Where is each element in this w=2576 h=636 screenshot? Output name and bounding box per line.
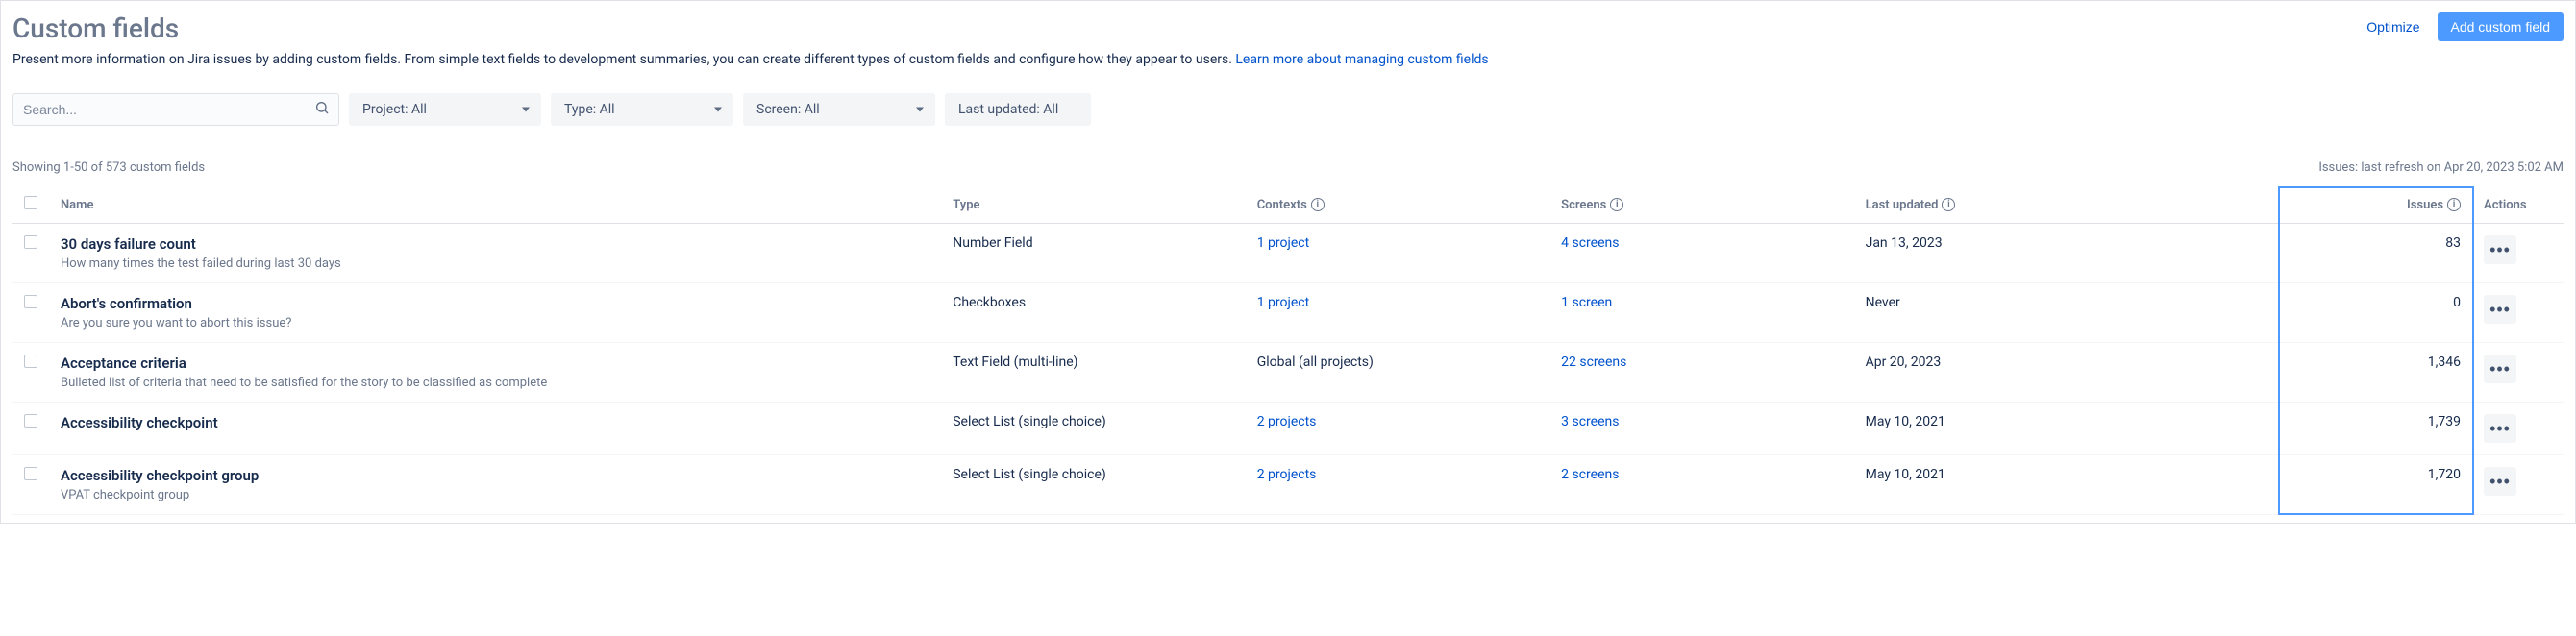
last-updated-filter[interactable]: Last updated: All xyxy=(945,93,1091,126)
contexts-link[interactable]: 2 projects xyxy=(1257,414,1317,429)
field-description: How many times the test failed during la… xyxy=(61,257,929,271)
row-checkbox[interactable] xyxy=(24,467,37,480)
last-updated: Never xyxy=(1854,283,2280,343)
description-text: Present more information on Jira issues … xyxy=(12,52,1235,67)
screens-link[interactable]: 1 screen xyxy=(1561,295,1612,310)
row-checkbox[interactable] xyxy=(24,355,37,368)
column-screens[interactable]: Screensi xyxy=(1549,186,1853,224)
table-row: Accessibility checkpoint group VPAT check… xyxy=(12,455,2564,515)
field-type: Text Field (multi-line) xyxy=(941,343,1245,403)
column-last-updated[interactable]: Last updatedi xyxy=(1854,186,2280,224)
field-description: Are you sure you want to abort this issu… xyxy=(61,316,929,330)
row-actions-button[interactable]: ••• xyxy=(2484,467,2516,496)
row-actions-button[interactable]: ••• xyxy=(2484,295,2516,324)
info-icon: i xyxy=(1942,198,1955,211)
issues-count: 83 xyxy=(2280,224,2472,283)
last-updated: May 10, 2021 xyxy=(1854,455,2280,515)
field-name: Accessibility checkpoint xyxy=(61,414,929,431)
column-type[interactable]: Type xyxy=(941,186,1245,224)
project-filter[interactable]: Project: All xyxy=(349,93,541,126)
search-icon xyxy=(314,100,330,119)
table-row: 30 days failure count How many times the … xyxy=(12,224,2564,283)
search-input[interactable] xyxy=(12,93,339,126)
page-description: Present more information on Jira issues … xyxy=(12,50,2564,70)
showing-count: Showing 1-50 of 573 custom fields xyxy=(12,160,205,175)
field-type: Checkboxes xyxy=(941,283,1245,343)
screens-link[interactable]: 3 screens xyxy=(1561,414,1619,429)
field-name: Acceptance criteria xyxy=(61,355,929,372)
contexts-link[interactable]: 1 project xyxy=(1257,235,1309,251)
info-icon: i xyxy=(1311,198,1325,211)
issues-count: 1,739 xyxy=(2280,403,2472,455)
table-row: Acceptance criteria Bulleted list of crit… xyxy=(12,343,2564,403)
row-checkbox[interactable] xyxy=(24,414,37,428)
field-name: Accessibility checkpoint group xyxy=(61,467,929,484)
screen-filter[interactable]: Screen: All xyxy=(743,93,935,126)
column-name[interactable]: Name xyxy=(49,186,941,224)
field-type: Select List (single choice) xyxy=(941,455,1245,515)
type-filter[interactable]: Type: All xyxy=(551,93,733,126)
field-name: 30 days failure count xyxy=(61,235,929,253)
field-name: Abort's confirmation xyxy=(61,295,929,312)
row-checkbox[interactable] xyxy=(24,295,37,308)
issues-count: 1,346 xyxy=(2280,343,2472,403)
contexts-link[interactable]: 1 project xyxy=(1257,295,1309,310)
last-updated: Jan 13, 2023 xyxy=(1854,224,2280,283)
row-actions-button[interactable]: ••• xyxy=(2484,355,2516,383)
last-updated: May 10, 2021 xyxy=(1854,403,2280,455)
field-description: VPAT checkpoint group xyxy=(61,488,929,502)
screens-link[interactable]: 22 screens xyxy=(1561,355,1626,370)
field-description: Bulleted list of criteria that need to b… xyxy=(61,376,929,390)
column-contexts[interactable]: Contextsi xyxy=(1246,186,1549,224)
table-row: Abort's confirmation Are you sure you wan… xyxy=(12,283,2564,343)
contexts-link[interactable]: 2 projects xyxy=(1257,467,1317,482)
custom-fields-table: Name Type Contextsi Screensi Last update… xyxy=(12,186,2564,515)
field-type: Number Field xyxy=(941,224,1245,283)
last-updated: Apr 20, 2023 xyxy=(1854,343,2280,403)
refresh-info: Issues: last refresh on Apr 20, 2023 5:0… xyxy=(2318,160,2564,175)
optimize-button[interactable]: Optimize xyxy=(2359,13,2427,40)
contexts-text: Global (all projects) xyxy=(1257,355,1374,370)
info-icon: i xyxy=(2447,198,2461,211)
row-checkbox[interactable] xyxy=(24,235,37,249)
row-actions-button[interactable]: ••• xyxy=(2484,414,2516,443)
row-actions-button[interactable]: ••• xyxy=(2484,235,2516,264)
learn-more-link[interactable]: Learn more about managing custom fields xyxy=(1235,52,1488,67)
screens-link[interactable]: 2 screens xyxy=(1561,467,1619,482)
column-issues[interactable]: Issuesi xyxy=(2280,186,2472,224)
column-actions: Actions xyxy=(2472,186,2564,224)
screens-link[interactable]: 4 screens xyxy=(1561,235,1619,251)
page-title: Custom fields xyxy=(12,12,179,44)
issues-count: 1,720 xyxy=(2280,455,2472,515)
add-custom-field-button[interactable]: Add custom field xyxy=(2438,12,2564,41)
info-icon: i xyxy=(1610,198,1623,211)
issues-count: 0 xyxy=(2280,283,2472,343)
field-type: Select List (single choice) xyxy=(941,403,1245,455)
table-row: Accessibility checkpoint Select List (sin… xyxy=(12,403,2564,455)
select-all-checkbox[interactable] xyxy=(24,196,37,209)
